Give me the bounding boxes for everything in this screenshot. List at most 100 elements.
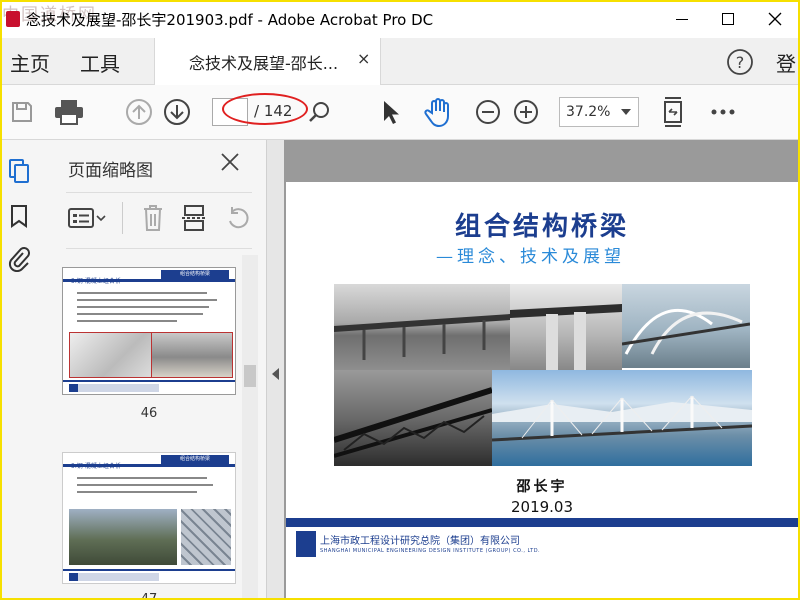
thumbnail-image (69, 332, 153, 378)
panel-title: 页面缩略图 (68, 161, 153, 181)
arrow-up-icon (126, 99, 152, 125)
minimize-icon (676, 18, 688, 20)
print-button[interactable] (52, 97, 86, 127)
login-menu[interactable]: 登 (776, 48, 796, 77)
cursor-arrow-icon (384, 101, 399, 124)
split-pages-button[interactable] (182, 204, 206, 236)
svg-text:?: ? (736, 53, 745, 72)
thumbnail-tag: 组合结构桥梁 (161, 270, 229, 279)
next-page-button[interactable] (162, 97, 192, 127)
select-tool-button[interactable] (378, 97, 404, 127)
zoom-value: 37.2% (566, 104, 611, 120)
hand-icon (424, 98, 449, 127)
home-menu[interactable]: 主页 (10, 48, 50, 77)
previous-page-button[interactable] (124, 97, 154, 127)
help-button[interactable]: ? (726, 48, 754, 80)
thumbnail-text-line (77, 313, 203, 315)
zoom-out-button[interactable] (474, 97, 502, 127)
split-pages-icon (182, 205, 206, 231)
page-thumbnail[interactable]: 组合结构桥梁 5.钢-混凝土组合桥 (62, 267, 236, 395)
thumbnail-page-number: 47 (140, 592, 158, 600)
company-logo (296, 531, 316, 557)
menu-bar: 主页 工具 念技术及展望-邵长... × ? 登 (2, 38, 798, 85)
rotate-page-button[interactable] (226, 206, 252, 236)
thumbnail-tag: 组合结构桥梁 (161, 455, 229, 464)
bridge-photo (622, 284, 750, 368)
print-icon (55, 100, 83, 125)
rotate-icon (229, 207, 249, 229)
navigation-rail (2, 140, 37, 598)
thumbnail-page-number: 46 (140, 406, 158, 421)
thumbnail-footer-text (69, 384, 159, 392)
thumbnail-text-line (77, 292, 207, 294)
page-thumbnails-button[interactable] (8, 158, 30, 188)
footer-band (286, 518, 798, 527)
zoom-in-button[interactable] (512, 97, 540, 127)
company-name-english: SHANGHAI MUNICIPAL ENGINEERING DESIGN IN… (320, 548, 541, 554)
bookmark-icon (11, 205, 27, 228)
arrow-down-icon (164, 99, 190, 125)
document-tab-label: 念技术及展望-邵长... (189, 54, 339, 73)
maximize-button[interactable] (705, 2, 751, 36)
zoom-select[interactable]: 37.2% (559, 97, 639, 127)
panel-divider (66, 248, 252, 249)
document-viewport: 组合结构桥梁 —理念、技术及展望 邵长宇 2019.03 上海市政工程设计研究总… (284, 140, 798, 598)
zoom-out-icon (476, 100, 500, 124)
thumbnail-image (69, 509, 177, 565)
close-panel-button[interactable] (220, 152, 240, 176)
chevron-down-icon (621, 109, 631, 115)
collapse-panel-icon[interactable] (272, 368, 279, 380)
thumbnail-text-line (77, 477, 207, 479)
fit-page-button[interactable] (658, 97, 688, 127)
tools-menu[interactable]: 工具 (80, 48, 120, 77)
thumbnail-text-line (77, 491, 197, 493)
save-button[interactable] (8, 97, 36, 127)
thumbnail-text-line (77, 299, 217, 301)
thumbnail-image (151, 332, 233, 378)
more-tools-button[interactable] (708, 97, 738, 127)
thumbnail-options-button[interactable] (68, 206, 106, 234)
thumbnail-footer-text (69, 573, 159, 581)
thumbnail-text-line (77, 320, 177, 322)
close-icon (768, 12, 782, 26)
thumbnail-footer-bar (63, 569, 235, 571)
search-button[interactable] (308, 100, 332, 128)
trash-icon (144, 205, 162, 231)
page-thumbnail[interactable]: 组合结构桥梁 5.钢-混凝土组合桥 (62, 452, 236, 584)
fit-page-icon (664, 97, 682, 127)
annotation-oval (222, 93, 308, 125)
scrollbar-thumb[interactable] (244, 365, 256, 387)
hand-tool-button[interactable] (422, 97, 454, 127)
thumbnail-heading: 5.钢-混凝土组合桥 (71, 463, 121, 470)
minimize-button[interactable] (659, 2, 705, 36)
window-title: 念技术及展望-邵长宇201903.pdf - Adobe Acrobat Pro… (26, 11, 434, 29)
bookmarks-button[interactable] (10, 204, 28, 232)
bridge-photo (510, 284, 622, 370)
thumbnail-divider (122, 202, 123, 234)
thumbnail-panel: 页面缩略图 组合结构桥梁 5.钢-混凝土组合桥 46 组合结构桥梁 5.钢-混凝… (36, 140, 266, 600)
title-bar: 中国道桥网 念技术及展望-邵长宇201903.pdf - Adobe Acrob… (2, 2, 798, 38)
document-author: 邵长宇 (516, 479, 568, 495)
help-icon: ? (727, 49, 753, 75)
bridge-photo (492, 370, 752, 466)
delete-page-button[interactable] (142, 204, 164, 236)
panel-divider (66, 192, 252, 193)
attachments-button[interactable] (8, 246, 30, 276)
save-icon (12, 102, 32, 122)
thumbnail-scrollbar[interactable] (242, 255, 258, 598)
panel-splitter[interactable] (266, 140, 285, 598)
document-tab-close-button[interactable]: × (357, 49, 370, 68)
thumbnail-text-line (77, 484, 213, 486)
acrobat-logo-icon (6, 11, 20, 27)
document-title: 组合结构桥梁 (454, 212, 629, 242)
document-date: 2019.03 (510, 498, 574, 516)
thumbnail-text-line (77, 306, 209, 308)
paperclip-icon (8, 247, 30, 273)
maximize-icon (722, 13, 734, 25)
close-window-button[interactable] (752, 2, 798, 36)
zoom-in-icon (514, 100, 538, 124)
document-subtitle: —理念、技术及展望 (436, 247, 625, 267)
pdf-page: 组合结构桥梁 —理念、技术及展望 邵长宇 2019.03 上海市政工程设计研究总… (286, 182, 798, 598)
list-options-icon (68, 208, 106, 228)
document-tab[interactable]: 念技术及展望-邵长... × (154, 38, 381, 85)
